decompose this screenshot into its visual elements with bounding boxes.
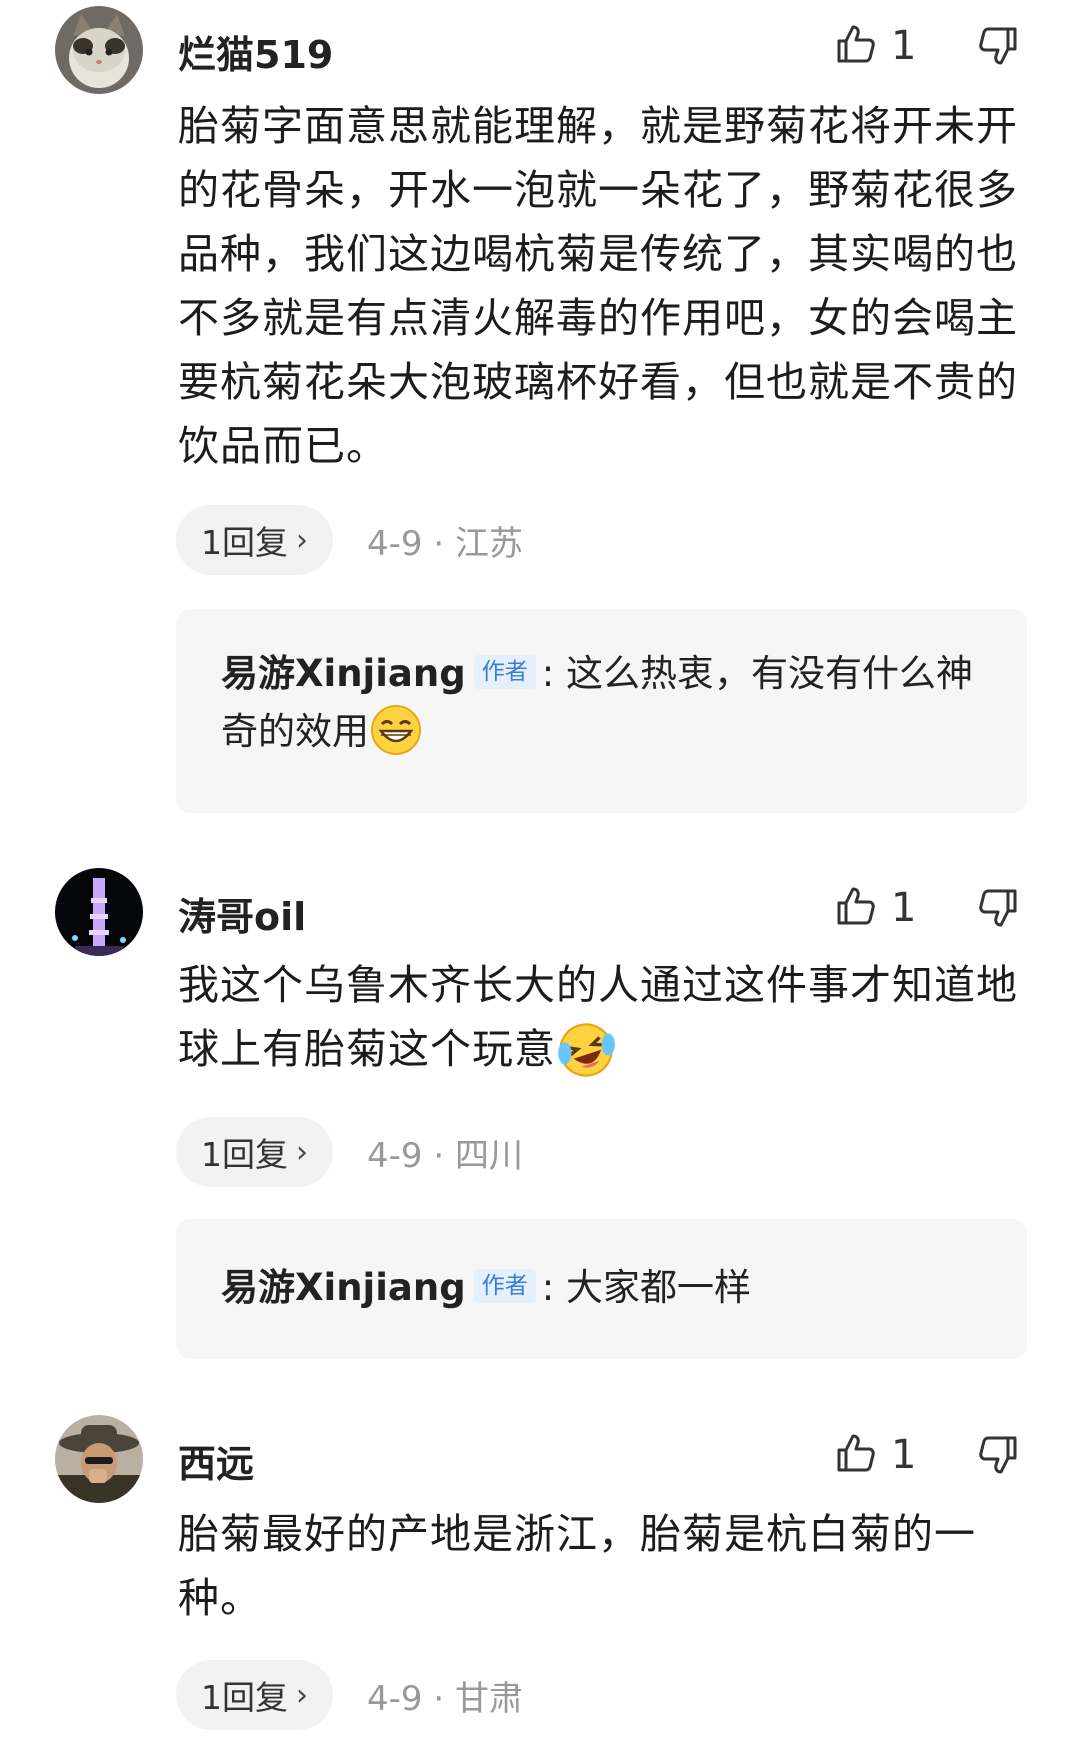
replies-label: 1回复 <box>201 1135 288 1174</box>
dislike-button[interactable] <box>977 1433 1021 1477</box>
reply-author[interactable]: 易游Xinjiang <box>221 1266 466 1309</box>
comment-date-location: 4-9 · 甘肃 <box>367 1671 523 1720</box>
like-button[interactable]: 1 <box>833 22 916 70</box>
thumbs-down-icon <box>977 27 1021 72</box>
chevron-right-icon: › <box>296 1677 308 1713</box>
reply-line: 易游Xinjiang 作者: 大家都一样 <box>221 1259 981 1317</box>
like-count: 1 <box>891 1432 917 1478</box>
like-count: 1 <box>891 885 917 931</box>
comment-meta: 1回复 › 4-9 · 甘肃 <box>176 1660 523 1730</box>
reply-preview[interactable]: 易游Xinjiang 作者: 这么热衷，有没有什么神奇的效用 <box>176 609 1027 813</box>
meta-separator: · <box>422 1135 455 1176</box>
like-button[interactable]: 1 <box>833 884 916 932</box>
username[interactable]: 西远 <box>178 1433 254 1488</box>
chevron-right-icon: › <box>296 522 308 558</box>
thumbs-down-icon <box>977 889 1021 934</box>
comment-location: 甘肃 <box>454 1678 523 1719</box>
reply-preview[interactable]: 易游Xinjiang 作者: 大家都一样 <box>176 1219 1027 1359</box>
chevron-right-icon: › <box>296 1134 308 1170</box>
author-badge: 作者 <box>473 1268 536 1303</box>
thumbs-down-icon <box>977 1436 1021 1481</box>
comment-text: 我这个乌鲁木齐长大的人通过这件事才知道地球上有胎菊这个玩意 <box>178 953 1023 1082</box>
replies-label: 1回复 <box>201 1678 288 1717</box>
replies-label: 1回复 <box>201 523 288 562</box>
author-badge: 作者 <box>473 654 536 689</box>
meta-separator: · <box>422 523 455 564</box>
reply-text: : 大家都一样 <box>541 1266 751 1309</box>
comment-date-location: 4-9 · 江苏 <box>367 516 523 565</box>
avatar[interactable] <box>55 868 143 956</box>
replies-button[interactable]: 1回复 › <box>176 1660 333 1730</box>
comment-location: 四川 <box>454 1135 523 1176</box>
meta-separator: · <box>422 1678 455 1719</box>
username[interactable]: 涛哥oil <box>178 886 306 941</box>
comment-meta: 1回复 › 4-9 · 江苏 <box>176 505 523 575</box>
comment-meta: 1回复 › 4-9 · 四川 <box>176 1117 523 1187</box>
replies-button[interactable]: 1回复 › <box>176 505 333 575</box>
comment-location: 江苏 <box>454 523 523 564</box>
username[interactable]: 烂猫519 <box>178 24 333 79</box>
thumbs-up-icon <box>833 22 877 70</box>
thumbs-up-icon <box>833 1431 877 1479</box>
like-button[interactable]: 1 <box>833 1431 916 1479</box>
comment-date: 4-9 <box>367 1678 423 1719</box>
replies-button[interactable]: 1回复 › <box>176 1117 333 1187</box>
dislike-button[interactable] <box>977 886 1021 930</box>
thumbs-up-icon <box>833 884 877 932</box>
avatar[interactable] <box>55 6 143 94</box>
dislike-button[interactable] <box>977 24 1021 68</box>
comment-date: 4-9 <box>367 1135 423 1176</box>
avatar[interactable] <box>55 1415 143 1503</box>
reply-line: 易游Xinjiang 作者: 这么热衷，有没有什么神奇的效用 <box>221 645 981 761</box>
comment-date-location: 4-9 · 四川 <box>367 1128 523 1177</box>
comment-date: 4-9 <box>367 523 423 564</box>
reply-author[interactable]: 易游Xinjiang <box>221 652 466 695</box>
comment-text: 胎菊最好的产地是浙江，胎菊是杭白菊的一种。 <box>178 1510 976 1622</box>
comment-text: 胎菊字面意思就能理解，就是野菊花将开未开的花骨朵，开水一泡就一朵花了，野菊花很多… <box>178 102 1018 470</box>
grin-emoji-icon <box>369 703 423 757</box>
like-count: 1 <box>891 23 917 69</box>
laugh-cry-emoji-icon <box>556 1020 616 1080</box>
